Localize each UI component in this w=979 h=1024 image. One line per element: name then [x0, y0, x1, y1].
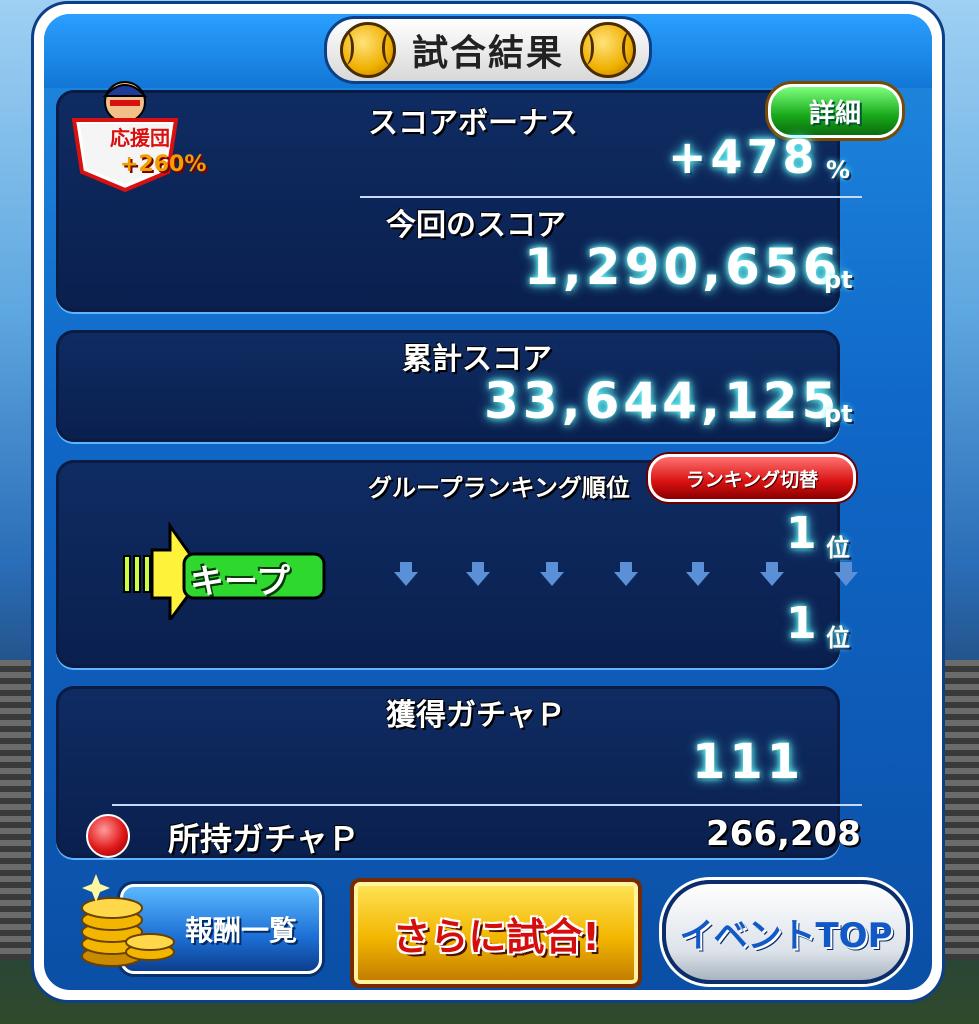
current-score-value: 1,290,656 [524, 238, 842, 296]
ranking-status: キープ [190, 562, 290, 602]
cheer-badge-value: +260% [120, 152, 207, 177]
score-divider [360, 196, 862, 198]
ranking-label: グループランキング順位 [368, 474, 630, 502]
down-arrow-icon [394, 562, 418, 586]
previous-rank-unit: 位 [826, 534, 850, 562]
event-top-label: イベントTOP [679, 915, 893, 956]
down-arrow-icon [834, 562, 858, 586]
down-arrow-icon [686, 562, 710, 586]
gacha-owned-label: 所持ガチャＰ [168, 820, 360, 858]
title-plate: 試合結果 [324, 16, 652, 84]
previous-rank-value: 1 [786, 508, 821, 559]
score-bonus-value: +478 [668, 130, 819, 184]
coins-icon [81, 874, 175, 967]
baseball-icon [580, 22, 636, 78]
ranking-toggle-button[interactable]: ランキング切替 [648, 454, 856, 502]
baseball-icon [339, 22, 396, 78]
total-score-unit: pt [824, 400, 853, 428]
cheer-badge-label: 応援団 [110, 126, 170, 150]
gacha-owned-value: 266,208 [706, 814, 861, 854]
event-top-button[interactable]: イベントTOP [662, 880, 910, 984]
down-arrow-icon [760, 562, 784, 586]
gacha-divider [112, 804, 862, 806]
gacha-earned-label: 獲得ガチャＰ [386, 698, 566, 733]
gacha-earned-value: 111 [692, 734, 805, 790]
play-again-label: さらに試合! [392, 914, 600, 959]
down-arrow-icon [540, 562, 564, 586]
down-arrow-icon [466, 562, 490, 586]
stadium-background-right [939, 660, 979, 960]
rewards-list-label: 報酬一覧 [184, 914, 297, 947]
current-rank-value: 1 [786, 598, 821, 649]
total-score-value: 33,644,125 [484, 372, 841, 430]
score-bonus-unit: % [826, 156, 851, 184]
down-arrow-icon [614, 562, 638, 586]
current-rank-unit: 位 [826, 624, 850, 652]
current-score-unit: pt [824, 266, 853, 294]
score-bonus-label: スコアボーナス [368, 106, 578, 141]
play-again-button[interactable]: さらに試合! [350, 878, 642, 988]
gacha-point-icon [86, 814, 130, 858]
page-title: 試合結果 [411, 33, 564, 74]
